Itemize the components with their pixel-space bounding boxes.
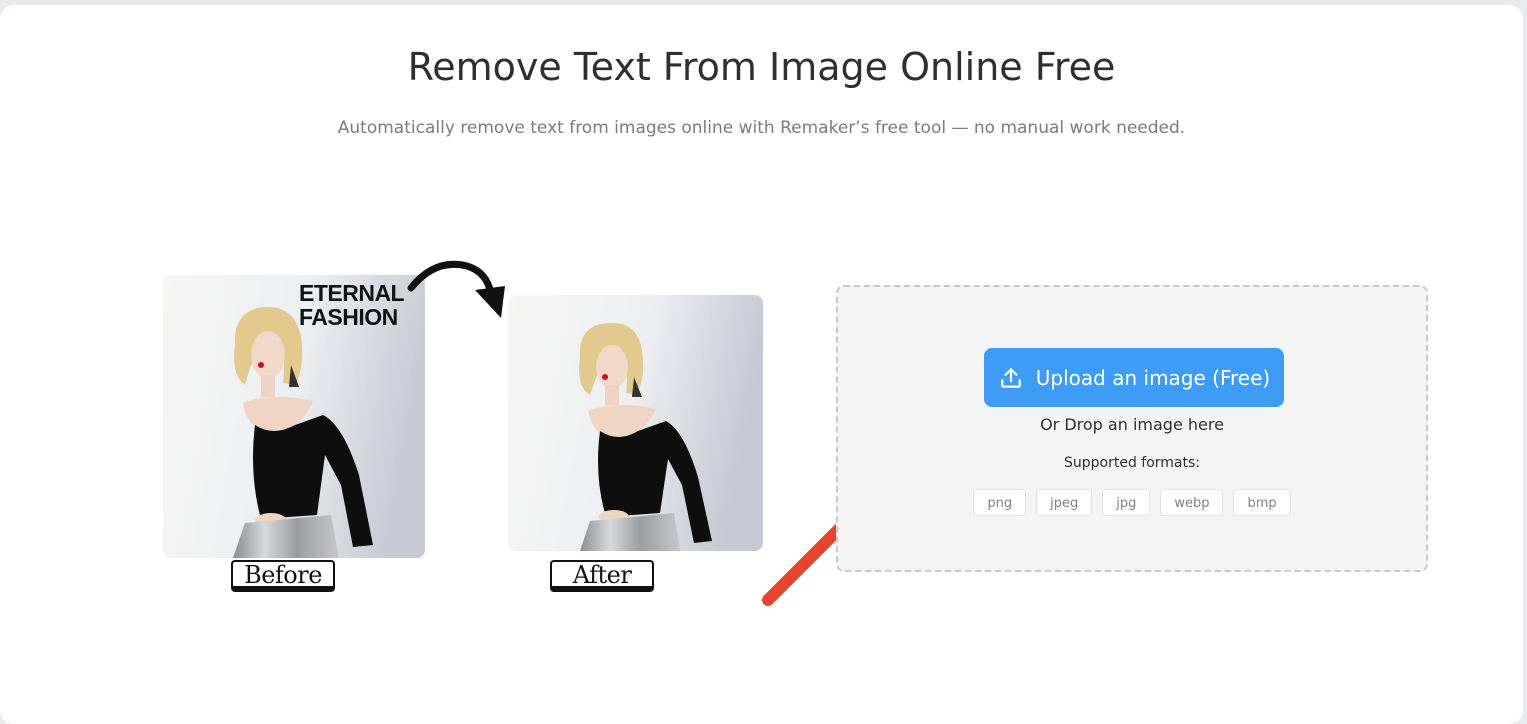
upload-icon (1001, 367, 1021, 388)
format-badge-jpeg: jpeg (1036, 489, 1093, 516)
page-title: Remove Text From Image Online Free (407, 45, 1116, 89)
after-image (508, 295, 763, 551)
main-card: Remove Text From Image Online Free Autom… (0, 5, 1523, 724)
drop-hint: Or Drop an image here (1040, 415, 1224, 434)
upload-button-label: Upload an image (Free) (1035, 365, 1271, 390)
format-badge-bmp: bmp (1233, 489, 1291, 516)
page-subtitle: Automatically remove text from images on… (337, 118, 1186, 138)
formats-list: png jpeg jpg webp bmp (838, 489, 1426, 516)
upload-image-button[interactable]: Upload an image (Free) (984, 348, 1284, 407)
format-badge-png: png (973, 489, 1027, 516)
before-image: ETERNAL FASHION (163, 275, 425, 558)
format-badge-jpg: jpg (1102, 489, 1151, 516)
formats-label: Supported formats: (1063, 455, 1200, 471)
after-label: After (550, 560, 654, 592)
curved-arrow-icon (407, 260, 505, 318)
upload-dropzone[interactable]: Upload an image (Free) Or Drop an image … (836, 285, 1428, 572)
format-badge-webp: webp (1160, 489, 1224, 516)
before-label: Before (231, 560, 335, 592)
